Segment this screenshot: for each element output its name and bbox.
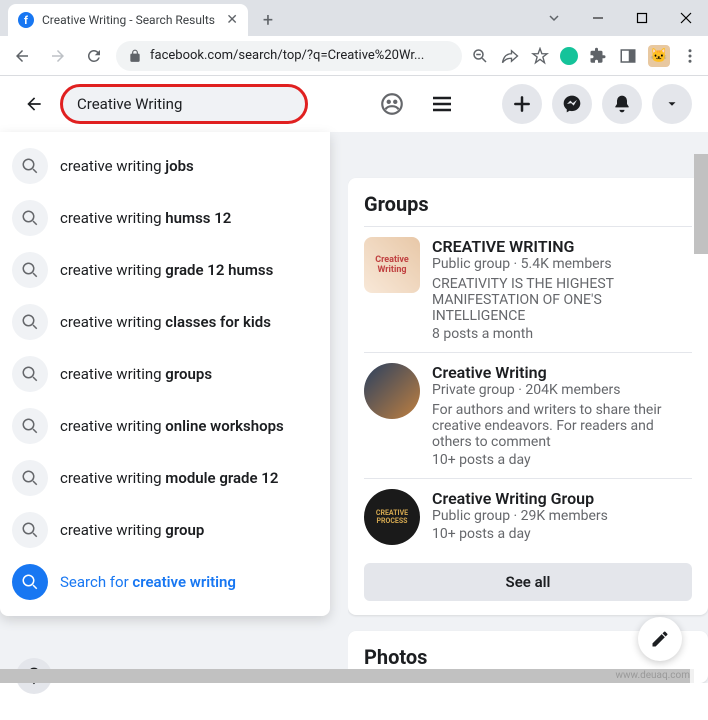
horizontal-scrollbar-thumb[interactable] (0, 669, 690, 683)
profile-avatar-icon[interactable]: 🐱 (648, 45, 670, 67)
search-for-action[interactable]: Search for creative writing (0, 556, 330, 608)
suggestion-item[interactable]: creative writing online workshops (0, 400, 330, 452)
suggestion-text: creative writing classes for kids (60, 313, 271, 331)
zoom-icon[interactable] (470, 46, 490, 66)
facebook-page: Creative Writing Places creative writing… (0, 76, 708, 683)
search-for-text: Search for creative writing (60, 573, 236, 591)
search-results-main: Groups Creative Writing CREATIVE WRITING… (348, 132, 708, 683)
suggestion-item[interactable]: creative writing module grade 12 (0, 452, 330, 504)
group-meta: Private group · 204K members (432, 382, 692, 398)
messenger-button[interactable] (552, 84, 592, 124)
fb-back-button[interactable] (16, 86, 52, 122)
watermark: www.deuaq.com (616, 670, 691, 681)
browser-tab[interactable]: f Creative Writing - Search Results ✕ (8, 4, 248, 36)
suggestion-text: creative writing module grade 12 (60, 469, 278, 487)
group-posts-frequency: 8 posts a month (432, 326, 692, 342)
see-all-button[interactable]: See all (364, 563, 692, 601)
group-description: CREATIVITY IS THE HIGHEST MANIFESTATION … (432, 276, 692, 324)
suggestion-item[interactable]: creative writing groups (0, 348, 330, 400)
suggestion-item[interactable]: creative writing grade 12 humss (0, 244, 330, 296)
url-text: facebook.com/search/top/?q=Creative%20Wr… (150, 48, 424, 63)
notifications-button[interactable] (602, 84, 642, 124)
account-dropdown-button[interactable] (652, 84, 692, 124)
suggestion-text: creative writing group (60, 521, 204, 539)
search-icon (12, 356, 48, 392)
window-maximize[interactable] (620, 3, 664, 33)
group-description: For authors and writers to share their c… (432, 402, 692, 450)
browser-forward-button[interactable] (44, 42, 72, 70)
suggestion-item[interactable]: creative writing jobs (0, 140, 330, 192)
tab-close-button[interactable]: ✕ (226, 12, 238, 28)
menu-hamburger-icon[interactable] (422, 84, 462, 124)
suggestion-item[interactable]: creative writing group (0, 504, 330, 556)
group-avatar: Creative Writing (364, 237, 420, 293)
create-plus-button[interactable] (502, 84, 542, 124)
group-name: Creative Writing (432, 363, 692, 382)
bookmark-star-icon[interactable] (530, 46, 550, 66)
search-icon (12, 200, 48, 236)
suggestion-item[interactable]: creative writing humss 12 (0, 192, 330, 244)
group-posts-frequency: 10+ posts a day (432, 526, 692, 542)
search-icon (12, 408, 48, 444)
suggestion-text: creative writing online workshops (60, 417, 284, 435)
tab-title: Creative Writing - Search Results (42, 13, 218, 27)
window-minimize[interactable] (576, 3, 620, 33)
window-dropdown[interactable] (532, 3, 576, 33)
share-icon[interactable] (500, 46, 520, 66)
new-tab-button[interactable]: + (254, 6, 282, 34)
browser-back-button[interactable] (8, 42, 36, 70)
fb-search-value: Creative Writing (77, 95, 182, 113)
group-name: Creative Writing Group (432, 489, 692, 508)
search-icon (12, 304, 48, 340)
browser-reload-button[interactable] (80, 42, 108, 70)
group-avatar: CREATIVE PROCESS (364, 489, 420, 545)
groups-card-title: Groups (364, 192, 692, 216)
extension-icons: 🐱 (470, 45, 700, 67)
suggestion-item[interactable]: creative writing classes for kids (0, 296, 330, 348)
group-meta: Public group · 29K members (432, 508, 692, 524)
search-icon (12, 460, 48, 496)
groups-nav-icon[interactable] (372, 84, 412, 124)
groups-card: Groups Creative Writing CREATIVE WRITING… (348, 178, 708, 615)
group-result-row[interactable]: Creative Writing Private group · 204K me… (364, 352, 692, 478)
suggestion-text: creative writing groups (60, 365, 212, 383)
side-panel-icon[interactable] (618, 46, 638, 66)
extensions-puzzle-icon[interactable] (588, 46, 608, 66)
group-result-row[interactable]: CREATIVE PROCESS Creative Writing Group … (364, 478, 692, 555)
chrome-menu-icon[interactable] (680, 46, 700, 66)
search-icon (12, 564, 48, 600)
group-result-row[interactable]: Creative Writing CREATIVE WRITING Public… (364, 226, 692, 352)
search-icon (12, 512, 48, 548)
browser-toolbar: facebook.com/search/top/?q=Creative%20Wr… (0, 36, 708, 76)
group-name: CREATIVE WRITING (432, 237, 692, 256)
window-controls (532, 0, 708, 36)
lock-icon (128, 49, 142, 63)
search-suggestions-panel: creative writing jobs creative writing h… (0, 132, 330, 616)
horizontal-scrollbar-track[interactable] (0, 669, 694, 683)
address-bar[interactable]: facebook.com/search/top/?q=Creative%20Wr… (116, 41, 462, 71)
group-meta: Public group · 5.4K members (432, 256, 692, 272)
suggestion-text: creative writing jobs (60, 157, 194, 175)
suggestion-text: creative writing grade 12 humss (60, 261, 273, 279)
suggestion-text: creative writing humss 12 (60, 209, 231, 227)
search-icon (12, 252, 48, 288)
facebook-header: Creative Writing (0, 76, 708, 132)
group-posts-frequency: 10+ posts a day (432, 452, 692, 468)
group-avatar (364, 363, 420, 419)
grammarly-extension-icon[interactable] (560, 47, 578, 65)
window-close[interactable] (664, 3, 708, 33)
search-icon (12, 148, 48, 184)
fb-search-input[interactable]: Creative Writing (60, 84, 308, 124)
vertical-scrollbar[interactable] (694, 154, 708, 254)
compose-button[interactable] (638, 617, 682, 661)
browser-titlebar: f Creative Writing - Search Results ✕ + (0, 0, 708, 36)
facebook-favicon: f (18, 12, 34, 28)
